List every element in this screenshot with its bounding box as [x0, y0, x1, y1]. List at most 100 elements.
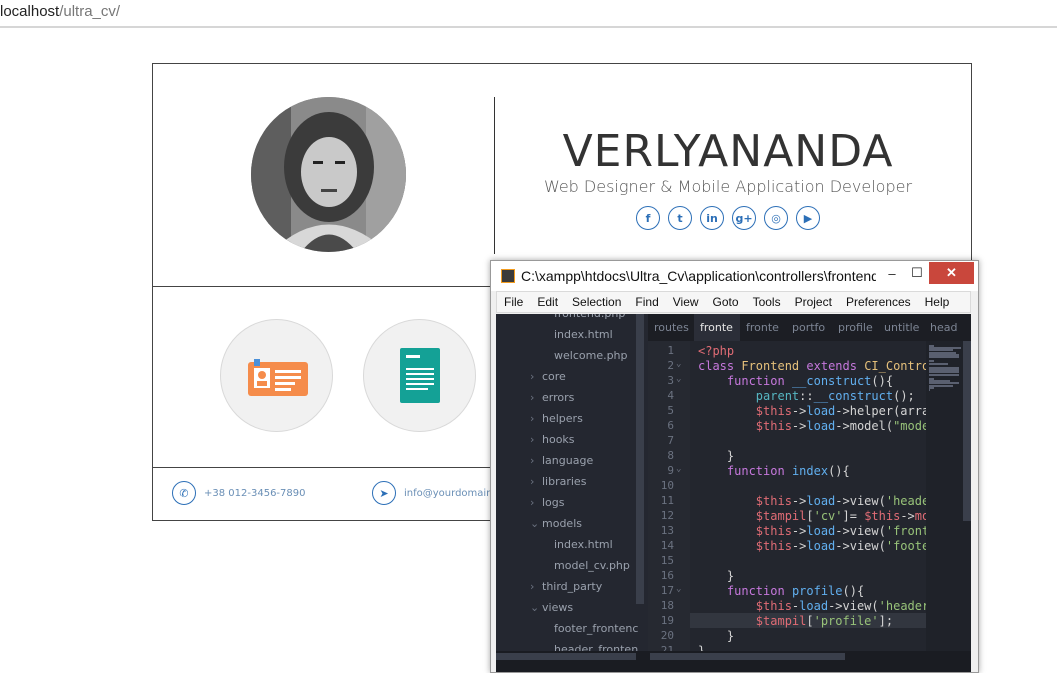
- tab[interactable]: profile: [832, 314, 878, 341]
- sidebar-folder[interactable]: › third_party: [496, 580, 602, 601]
- line-number: 15: [660, 554, 674, 567]
- horizontal-scrollbar[interactable]: [496, 651, 971, 662]
- line-number: 20: [660, 629, 674, 642]
- sidebar-file[interactable]: index.html: [496, 328, 613, 349]
- sidebar-file[interactable]: index.html: [496, 538, 613, 559]
- line-number: 8: [667, 449, 674, 462]
- tab[interactable]: fronte: [694, 314, 740, 341]
- menu-selection[interactable]: Selection: [565, 292, 628, 312]
- sidebar-folder[interactable]: ⌄ models: [496, 517, 582, 538]
- sidebar-folder[interactable]: ⌄ views: [496, 601, 573, 622]
- youtube-icon[interactable]: ▶: [796, 206, 820, 230]
- sublime-app-icon: [501, 269, 515, 283]
- sidebar-item-label: frontend.php: [554, 314, 625, 320]
- line-number: 1: [667, 344, 674, 357]
- url-text[interactable]: localhost/ultra_cv/: [0, 3, 120, 20]
- sidebar-folder[interactable]: › language: [496, 454, 593, 475]
- phone-icon: ✆: [172, 481, 196, 505]
- editor-hscroll-thumb[interactable]: [650, 653, 845, 660]
- chevron-down-icon: ⌄: [530, 517, 540, 530]
- id-card-icon: [248, 359, 308, 396]
- sidebar-folder[interactable]: › hooks: [496, 433, 575, 454]
- divider: [494, 97, 495, 254]
- sidebar-file[interactable]: welcome.php: [496, 349, 628, 370]
- twitter-icon[interactable]: t: [668, 206, 692, 230]
- google-plus-icon[interactable]: g+: [732, 206, 756, 230]
- sidebar-folder[interactable]: › libraries: [496, 475, 586, 496]
- line-number: 6: [667, 419, 674, 432]
- minimap-line: [929, 362, 948, 365]
- sidebar-file[interactable]: frontend.php: [496, 314, 625, 328]
- menu-bar: File Edit Selection Find View Goto Tools Projec…: [496, 291, 971, 313]
- menu-tools[interactable]: Tools: [746, 292, 788, 312]
- editor-window[interactable]: C:\xampp\htdocs\Ultra_Cv\application\con…: [490, 260, 979, 673]
- code-line: }: [698, 629, 735, 643]
- code-line: <?php: [698, 344, 735, 358]
- file-sidebar[interactable]: frontend.php index.html welcome.php › core › e…: [496, 314, 648, 662]
- close-button[interactable]: ✕: [929, 262, 974, 284]
- sidebar-item-label: index.html: [554, 328, 613, 341]
- sidebar-scrollbar[interactable]: [636, 314, 644, 604]
- code-line: $this->load->view('fronte: [755, 524, 926, 538]
- code-line: $tampil['profile'];: [755, 614, 894, 628]
- fold-arrow-icon[interactable]: ⌄: [676, 584, 681, 594]
- phone-contact[interactable]: ✆ +38 012-3456-7890: [172, 481, 305, 505]
- sidebar-folder[interactable]: › core: [496, 370, 566, 391]
- editor-area: frontend.php index.html welcome.php › core › e…: [496, 314, 971, 672]
- fold-arrow-icon[interactable]: ⌄: [676, 359, 681, 369]
- sidebar-file[interactable]: footer_frontenc: [496, 622, 638, 643]
- line-number: 14: [660, 539, 674, 552]
- tab[interactable]: portfo: [786, 314, 832, 341]
- code-line: $tampil['cv']= $this->mod: [755, 509, 926, 523]
- sidebar-folder[interactable]: › helpers: [496, 412, 583, 433]
- line-number: 3: [667, 374, 674, 387]
- tab[interactable]: routes: [648, 314, 694, 341]
- sidebar-item-label: hooks: [542, 433, 575, 446]
- menu-preferences[interactable]: Preferences: [839, 292, 918, 312]
- dribbble-icon[interactable]: ◎: [764, 206, 788, 230]
- address-bar[interactable]: localhost/ultra_cv/: [0, 0, 1057, 28]
- code-view[interactable]: <?phpclass Frontend extends CI_Controlle…: [698, 341, 926, 662]
- menu-file[interactable]: File: [497, 292, 530, 312]
- code-line: function __construct(){: [726, 374, 894, 388]
- tab[interactable]: untitle: [878, 314, 924, 341]
- menu-help[interactable]: Help: [918, 292, 957, 312]
- menu-edit[interactable]: Edit: [530, 292, 565, 312]
- line-number: 19: [660, 614, 674, 627]
- tab[interactable]: head: [924, 314, 970, 341]
- profile-card-button[interactable]: [220, 319, 333, 432]
- facebook-icon[interactable]: f: [636, 206, 660, 230]
- window-titlebar[interactable]: C:\xampp\htdocs\Ultra_Cv\application\con…: [491, 261, 978, 291]
- line-number: 16: [660, 569, 674, 582]
- url-host: localhost: [0, 3, 60, 20]
- linkedin-icon[interactable]: in: [700, 206, 724, 230]
- phone-number: +38 012-3456-7890: [204, 487, 306, 499]
- menu-find[interactable]: Find: [628, 292, 665, 312]
- maximize-button[interactable]: ☐: [906, 262, 928, 284]
- sidebar-item-label: third_party: [542, 580, 603, 593]
- menu-project[interactable]: Project: [788, 292, 839, 312]
- resume-document-button[interactable]: [363, 319, 476, 432]
- sidebar-item-label: welcome.php: [554, 349, 628, 362]
- editor-scrollbar[interactable]: [963, 341, 971, 521]
- line-number: 9: [667, 464, 674, 477]
- email-contact[interactable]: ➤ info@yourdomain: [372, 481, 493, 505]
- chevron-right-icon: ›: [530, 370, 535, 383]
- minimap-line: [929, 356, 959, 358]
- menu-view[interactable]: View: [666, 292, 706, 312]
- code-line: $this-load->view('header_: [755, 599, 926, 613]
- sidebar-item-label: models: [542, 517, 582, 530]
- minimize-button[interactable]: –: [881, 262, 903, 284]
- sidebar-folder[interactable]: › errors: [496, 391, 574, 412]
- fold-arrow-icon[interactable]: ⌄: [676, 374, 681, 384]
- fold-arrow-icon[interactable]: ⌄: [676, 464, 681, 474]
- code-line: }: [698, 449, 735, 463]
- line-number: 7: [667, 434, 674, 447]
- chevron-right-icon: ›: [530, 454, 535, 467]
- menu-goto[interactable]: Goto: [706, 292, 746, 312]
- tab[interactable]: fronte: [740, 314, 786, 341]
- sidebar-folder[interactable]: › logs: [496, 496, 565, 517]
- sidebar-file[interactable]: model_cv.php: [496, 559, 630, 580]
- sidebar-hscroll-thumb[interactable]: [496, 653, 636, 660]
- cv-name: VERLYANANDA: [562, 126, 894, 177]
